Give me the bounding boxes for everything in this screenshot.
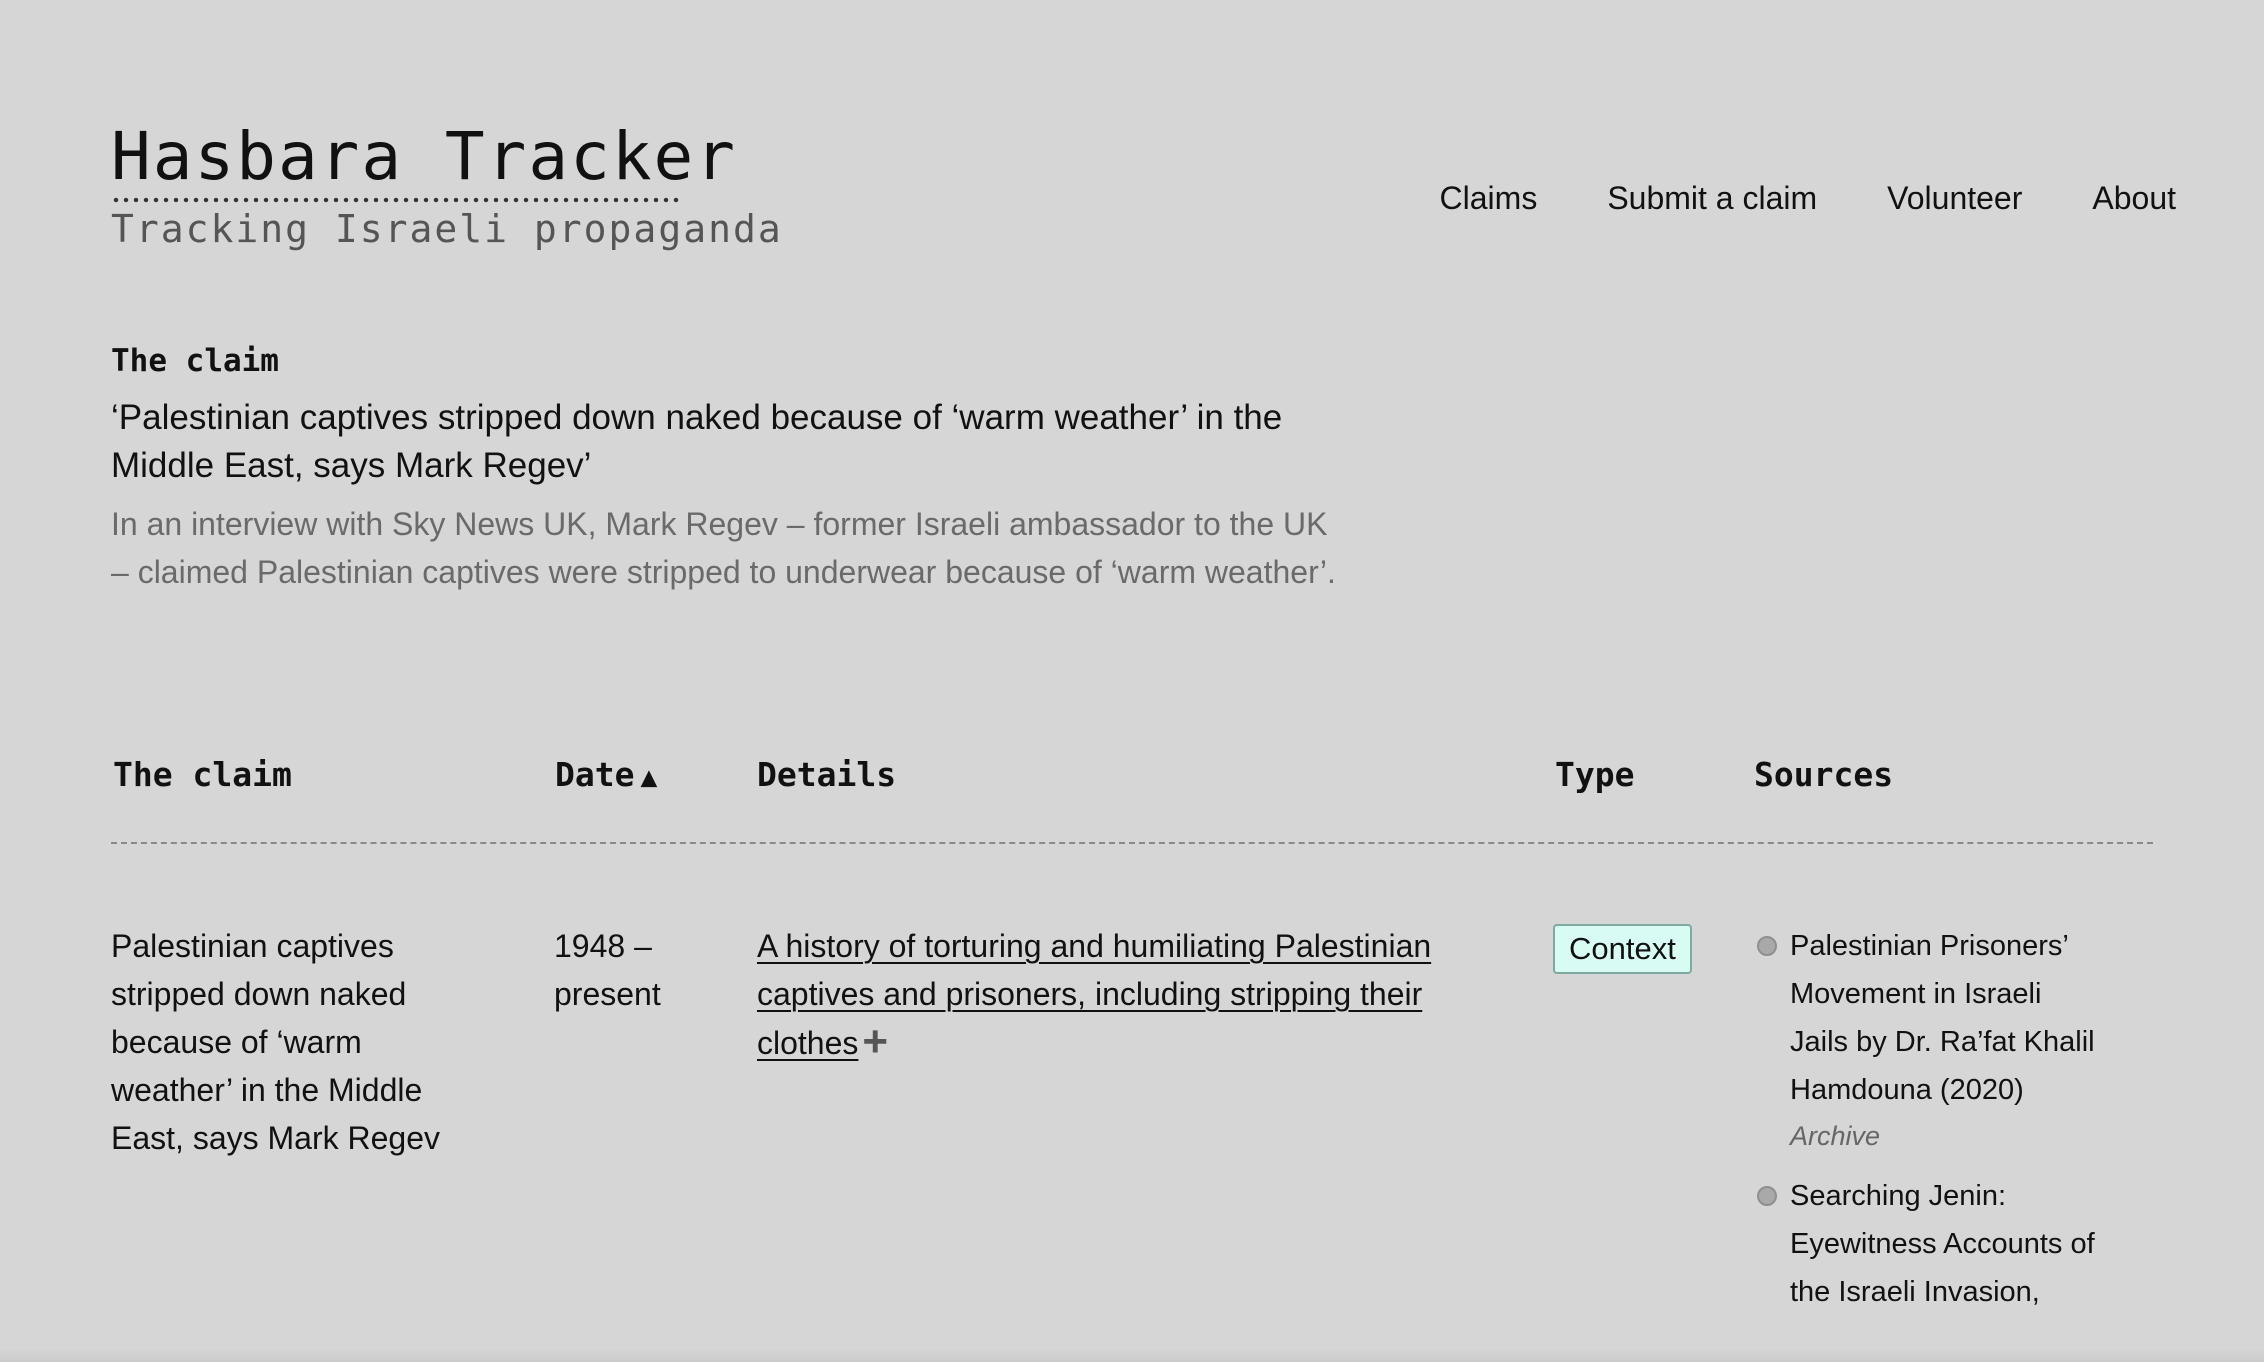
source-link[interactable]: Palestinian Prisoners’ Movement in Israe… [1790, 930, 2095, 1106]
column-header-sources: Sources [1754, 755, 1894, 794]
source-item: Palestinian Prisoners’ Movement in Israe… [1757, 922, 2097, 1158]
source-item: Searching Jenin: Eyewitness Accounts of … [1757, 1172, 2097, 1316]
claim-description: In an interview with Sky News UK, Mark R… [111, 506, 1336, 590]
nav-submit-claim[interactable]: Submit a claim [1607, 178, 1817, 218]
bottom-shadow [0, 1348, 2264, 1362]
row-details: A history of torturing and humiliating P… [757, 922, 1477, 1067]
row-date: 1948 – present [554, 928, 661, 1012]
row-claim: Palestinian captives stripped down naked… [111, 928, 440, 1156]
source-link[interactable]: Searching Jenin: Eyewitness Accounts of … [1790, 1180, 2095, 1308]
expand-plus-icon[interactable]: + [862, 1018, 888, 1066]
claim-intro: The claim ‘Palestinian captives stripped… [111, 340, 1351, 596]
archive-link[interactable]: Archive [1790, 1114, 2097, 1158]
claim-title: ‘Palestinian captives stripped down nake… [111, 398, 1283, 485]
page: Hasbara Tracker Tracking Israeli propaga… [0, 0, 2264, 1362]
column-header-type: Type [1555, 755, 1635, 794]
column-header-date[interactable]: Date ▲ [555, 752, 657, 800]
dotted-divider [111, 196, 681, 204]
bullet-icon [1757, 1186, 1777, 1206]
sort-ascending-icon[interactable]: ▲ [640, 760, 657, 793]
nav-claims[interactable]: Claims [1440, 178, 1538, 218]
row-sources: Palestinian Prisoners’ Movement in Israe… [1757, 922, 2097, 1330]
type-badge: Context [1553, 924, 1692, 974]
column-header-claim: The claim [113, 755, 292, 794]
details-link[interactable]: A history of torturing and humiliating P… [757, 928, 1431, 1061]
site-subtitle: Tracking Israeli propaganda [111, 207, 783, 251]
row-type: Context [1553, 924, 1692, 974]
nav-about[interactable]: About [2092, 178, 2176, 218]
table-header: The claim Date ▲ Details Type Sources [111, 752, 2153, 844]
column-header-date-label[interactable]: Date [555, 755, 634, 794]
claim-section-label: The claim [111, 343, 279, 379]
site-logo[interactable]: Hasbara Tracker Tracking Israeli propaga… [111, 122, 783, 252]
nav-volunteer[interactable]: Volunteer [1887, 178, 2022, 218]
site-title[interactable]: Hasbara Tracker [111, 122, 783, 192]
main-nav: Claims Submit a claim Volunteer About [1440, 178, 2176, 218]
bullet-icon [1757, 936, 1777, 956]
column-header-details: Details [757, 755, 897, 794]
